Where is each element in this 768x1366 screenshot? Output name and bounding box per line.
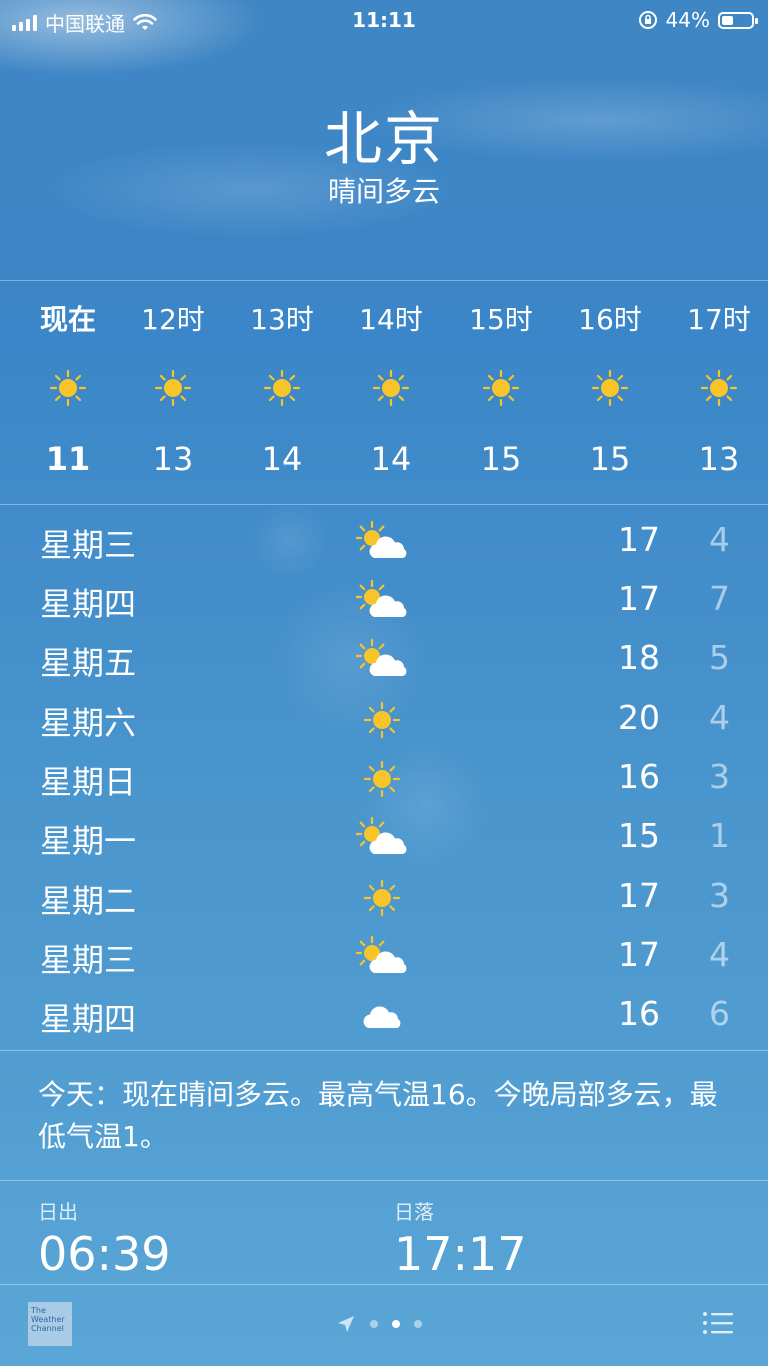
divider (0, 1050, 768, 1051)
sun-icon (590, 368, 630, 408)
hour-temp: 13 (698, 440, 740, 478)
high-temp: 17 (618, 579, 660, 618)
divider (0, 1180, 768, 1181)
location-arrow-icon (338, 1316, 354, 1332)
daily-row: 星期三 17 4 (0, 512, 768, 572)
day-name: 星期四 (40, 1000, 137, 1038)
day-name: 星期二 (40, 882, 137, 920)
weather-summary: 今天：现在晴间多云。最高气温16。今晚局部多云，最低气温1。 (38, 1078, 718, 1153)
hour-label: 15时 (469, 303, 533, 336)
sun-icon (356, 876, 412, 920)
sun-icon (371, 368, 411, 408)
bottom-toolbar: The Weather Channel (0, 1286, 768, 1366)
list-icon[interactable] (702, 1310, 734, 1336)
hourly-forecast[interactable]: 现在 11 12时 13 13时 14 14时 14 15时 15 16时 15… (0, 282, 768, 504)
day-name: 星期四 (40, 585, 137, 623)
partly-cloudy-icon (354, 638, 412, 682)
low-temp: 4 (709, 935, 730, 974)
daily-row: 星期五 18 5 (0, 630, 768, 690)
high-temp: 16 (618, 757, 660, 796)
high-temp: 17 (618, 520, 660, 559)
sun-icon (262, 368, 302, 408)
partly-cloudy-icon (354, 935, 412, 979)
low-temp: 6 (709, 994, 730, 1033)
hour-temp: 15 (589, 440, 631, 478)
low-temp: 7 (709, 579, 730, 618)
low-temp: 3 (709, 876, 730, 915)
low-temp: 4 (709, 520, 730, 559)
high-temp: 18 (618, 638, 660, 677)
high-temp: 16 (618, 994, 660, 1033)
day-name: 星期三 (40, 526, 137, 564)
city-name: 北京 (323, 105, 444, 173)
hour-label: 12时 (141, 303, 205, 336)
status-bar: 中国联通 11:11 44% (0, 0, 768, 40)
page-indicator[interactable] (336, 1314, 422, 1334)
day-name: 星期一 (40, 822, 137, 860)
daily-row: 星期四 17 7 (0, 571, 768, 631)
daily-row: 星期三 17 4 (0, 927, 768, 987)
high-temp: 17 (618, 876, 660, 915)
day-name: 星期五 (40, 644, 137, 682)
sun-icon (356, 698, 412, 742)
daily-row: 星期二 17 3 (0, 868, 768, 928)
current-condition: 晴间多云 (327, 175, 440, 208)
sun-icon (48, 368, 88, 408)
page-dot-active (392, 1320, 400, 1328)
battery-icon (718, 11, 758, 29)
hour-temp: 14 (261, 440, 303, 478)
sun-icon (481, 368, 521, 408)
sunrise-label: 日出 (38, 1200, 78, 1224)
sunset-block: 日落 17:17 (394, 1196, 527, 1281)
partly-cloudy-icon (354, 579, 412, 623)
partly-cloudy-icon (354, 816, 412, 860)
cloud-icon (356, 994, 412, 1038)
partly-cloudy-icon (354, 520, 412, 564)
daily-row: 星期日 16 3 (0, 749, 768, 809)
hour-label: 现在 (39, 303, 96, 336)
high-temp: 15 (618, 816, 660, 855)
divider (0, 1284, 768, 1285)
hour-temp: 14 (370, 440, 412, 478)
sunset-label: 日落 (394, 1200, 434, 1224)
page-dot (370, 1320, 378, 1328)
orientation-lock-icon (638, 11, 657, 29)
battery-percent: 44% (665, 8, 710, 32)
high-temp: 20 (618, 698, 660, 737)
hour-temp: 11 (45, 440, 91, 478)
sun-icon (356, 757, 412, 801)
page-dot (414, 1320, 422, 1328)
low-temp: 4 (709, 698, 730, 737)
divider (0, 280, 768, 281)
low-temp: 1 (709, 816, 730, 855)
weather-channel-logo[interactable]: The Weather Channel (28, 1302, 72, 1346)
daily-row: 星期四 16 6 (0, 986, 768, 1046)
hour-label: 14时 (359, 303, 423, 336)
day-name: 星期三 (40, 941, 137, 979)
hour-temp: 13 (152, 440, 194, 478)
sun-icon (699, 368, 739, 408)
sunset-time: 17:17 (394, 1227, 527, 1281)
low-temp: 5 (709, 638, 730, 677)
day-name: 星期日 (40, 763, 137, 801)
sunrise-block: 日出 06:39 (38, 1196, 171, 1281)
hour-label: 13时 (250, 303, 314, 336)
divider (0, 504, 768, 505)
daily-row: 星期六 20 4 (0, 690, 768, 750)
hour-label: 17时 (687, 303, 751, 336)
high-temp: 17 (618, 935, 660, 974)
hour-temp: 15 (480, 440, 522, 478)
day-name: 星期六 (40, 704, 137, 742)
hour-label: 16时 (578, 303, 642, 336)
daily-row: 星期一 15 1 (0, 808, 768, 868)
sunrise-time: 06:39 (38, 1227, 171, 1281)
low-temp: 3 (709, 757, 730, 796)
sun-icon (153, 368, 193, 408)
